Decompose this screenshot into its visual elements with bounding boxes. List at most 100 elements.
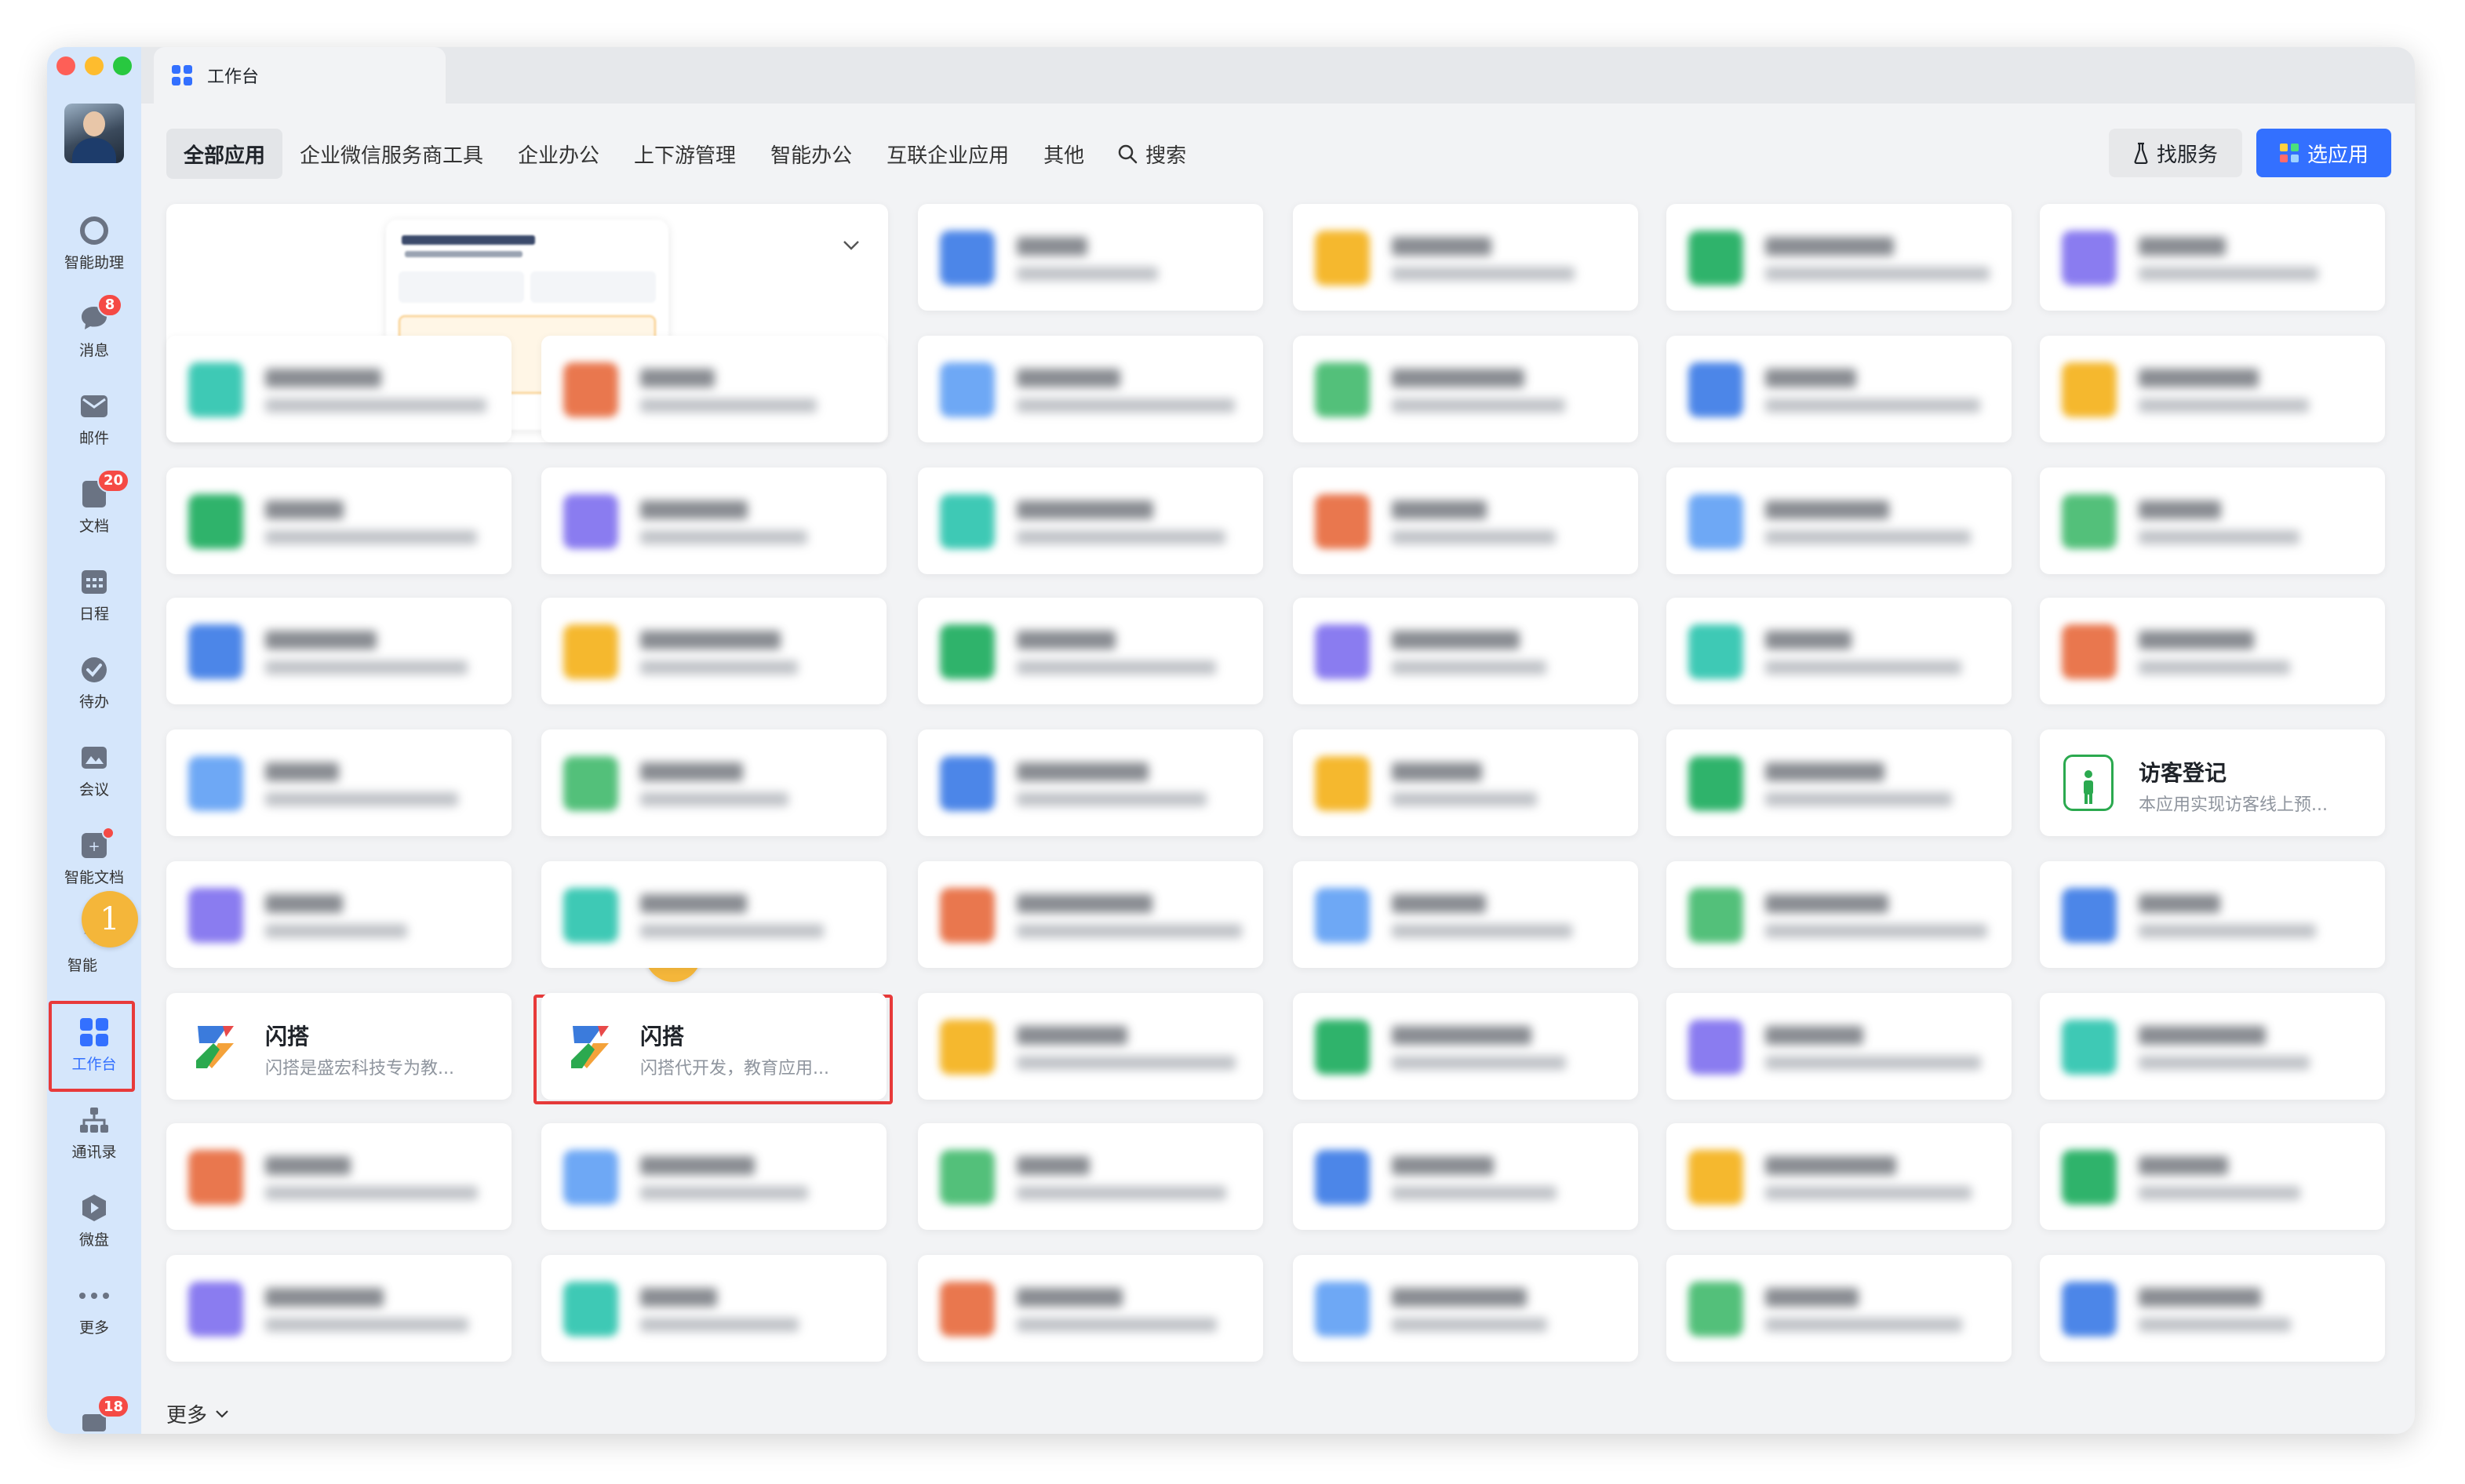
app-name-placeholder	[640, 762, 743, 781]
sidebar-item-meeting[interactable]: 会议	[47, 731, 141, 809]
avatar[interactable]	[64, 104, 124, 163]
search-link[interactable]: 搜索	[1101, 140, 1202, 169]
app-card-blurred[interactable]	[541, 467, 887, 574]
app-card-blurred[interactable]	[166, 1123, 512, 1230]
app-card-blurred[interactable]	[166, 861, 512, 968]
app-card-blurred[interactable]	[1666, 336, 2012, 442]
app-card-blurred[interactable]	[918, 861, 1263, 968]
app-card-blurred[interactable]	[918, 729, 1263, 836]
app-card-blurred[interactable]	[1293, 861, 1638, 968]
app-card-blurred[interactable]	[918, 467, 1263, 574]
app-card-blurred[interactable]	[918, 336, 1263, 442]
app-card-blurred[interactable]	[1666, 993, 2012, 1100]
sidebar-item-gift[interactable]: 18	[47, 1380, 141, 1434]
app-card-blurred[interactable]	[1293, 336, 1638, 442]
app-card-blurred[interactable]	[166, 467, 512, 574]
app-card-visitor[interactable]: 访客登记 本应用实现访客线上预...	[2040, 729, 2385, 836]
app-card-blurred[interactable]	[918, 204, 1263, 311]
app-card-blurred[interactable]	[2040, 861, 2385, 968]
app-card-blurred[interactable]	[541, 729, 887, 836]
app-card-blurred[interactable]	[1666, 861, 2012, 968]
category-service-tools[interactable]: 企业微信服务商工具	[282, 129, 501, 179]
app-card-blurred[interactable]	[1666, 467, 2012, 574]
sidebar-item-label: 邮件	[78, 429, 109, 447]
tab-workbench[interactable]: 工作台	[154, 47, 446, 104]
app-card-blurred[interactable]	[918, 993, 1263, 1100]
app-card-blurred[interactable]	[166, 1255, 512, 1362]
app-desc-placeholder	[640, 398, 817, 413]
more-label: 更多	[166, 1404, 208, 1428]
app-card-shanda-dev[interactable]: 闪搭 闪搭代开发，教育应用...	[541, 993, 887, 1100]
category-office[interactable]: 企业办公	[501, 129, 617, 179]
find-service-button[interactable]: 找服务	[2109, 129, 2242, 177]
select-app-label: 选应用	[2307, 143, 2369, 167]
app-card-blurred[interactable]	[2040, 204, 2385, 311]
app-card-blurred[interactable]	[1293, 993, 1638, 1100]
sidebar-item-todo[interactable]: 待办	[47, 643, 141, 722]
app-name-placeholder	[265, 762, 339, 781]
category-all[interactable]: 全部应用	[166, 129, 283, 179]
app-desc-placeholder	[1765, 398, 1980, 413]
sidebar-item-label: 通讯录	[71, 1143, 117, 1161]
app-card-blurred[interactable]	[2040, 336, 2385, 442]
app-card-blurred[interactable]	[918, 598, 1263, 704]
app-icon	[188, 362, 243, 417]
category-interconnect[interactable]: 互联企业应用	[869, 129, 1026, 179]
app-card-blurred[interactable]	[541, 861, 887, 968]
app-card-blurred[interactable]	[2040, 598, 2385, 704]
app-card-blurred[interactable]	[1666, 204, 2012, 311]
app-card-blurred[interactable]	[1293, 1123, 1638, 1230]
app-name-placeholder	[1392, 894, 1486, 913]
app-card-blurred[interactable]	[2040, 993, 2385, 1100]
app-name-placeholder	[1017, 762, 1149, 781]
app-card-shanda[interactable]: 闪搭 闪搭是盛宏科技专为教...	[166, 993, 512, 1100]
sidebar-item-label: 会议	[78, 780, 109, 798]
app-card-blurred[interactable]	[541, 598, 887, 704]
search-label: 搜索	[1145, 144, 1187, 168]
sidebar-item-contacts[interactable]: 通讯录	[47, 1093, 141, 1172]
app-desc-placeholder	[2139, 1056, 2310, 1070]
sidebar-item-messages[interactable]: 8 消息	[47, 292, 141, 370]
category-supply-chain[interactable]: 上下游管理	[617, 129, 753, 179]
close-window-button[interactable]	[56, 56, 75, 75]
app-card-blurred[interactable]	[166, 336, 512, 442]
app-card-blurred[interactable]	[541, 1123, 887, 1230]
app-card-blurred[interactable]	[918, 1255, 1263, 1362]
category-other[interactable]: 其他	[1026, 129, 1101, 179]
app-card-blurred[interactable]	[2040, 467, 2385, 574]
app-card-blurred[interactable]	[166, 598, 512, 704]
app-card-blurred[interactable]	[2040, 1255, 2385, 1362]
app-card-blurred[interactable]	[2040, 1123, 2385, 1230]
sidebar-item-assistant[interactable]: 智能助理	[47, 204, 141, 282]
app-card-blurred[interactable]	[541, 336, 887, 442]
app-card-blurred[interactable]	[1666, 1123, 2012, 1230]
docs-badge: 20	[97, 468, 130, 493]
app-desc-placeholder	[1765, 530, 1971, 544]
app-card-blurred[interactable]	[1666, 598, 2012, 704]
sidebar-item-drive[interactable]: 微盘	[47, 1181, 141, 1260]
chevron-down-icon[interactable]	[843, 240, 860, 251]
sidebar-item-more[interactable]: 更多	[47, 1269, 141, 1348]
app-card-blurred[interactable]	[541, 1255, 887, 1362]
more-toggle[interactable]: 更多	[166, 1399, 229, 1428]
sidebar-item-calendar[interactable]: 日程	[47, 555, 141, 634]
app-card-blurred[interactable]	[1293, 467, 1638, 574]
message-badge: 8	[97, 293, 122, 317]
app-card-blurred[interactable]	[1293, 598, 1638, 704]
app-card-blurred[interactable]	[1293, 1255, 1638, 1362]
zoom-window-button[interactable]	[113, 56, 132, 75]
app-card-blurred[interactable]	[166, 729, 512, 836]
app-card-blurred[interactable]	[918, 1123, 1263, 1230]
sidebar-item-smart-doc[interactable]: + 智能文档	[47, 819, 141, 897]
category-smart-office[interactable]: 智能办公	[753, 129, 869, 179]
app-card-blurred[interactable]	[1666, 729, 2012, 836]
sidebar-item-mail[interactable]: 邮件	[47, 380, 141, 458]
sidebar-item-docs[interactable]: 20 文档	[47, 467, 141, 546]
app-icon	[1315, 624, 1370, 679]
app-card-blurred[interactable]	[1666, 1255, 2012, 1362]
app-card-blurred[interactable]	[1293, 729, 1638, 836]
select-app-button[interactable]: 选应用	[2256, 129, 2391, 177]
app-card-blurred[interactable]	[1293, 204, 1638, 311]
app-name-placeholder	[1765, 369, 1856, 387]
minimize-window-button[interactable]	[85, 56, 104, 75]
